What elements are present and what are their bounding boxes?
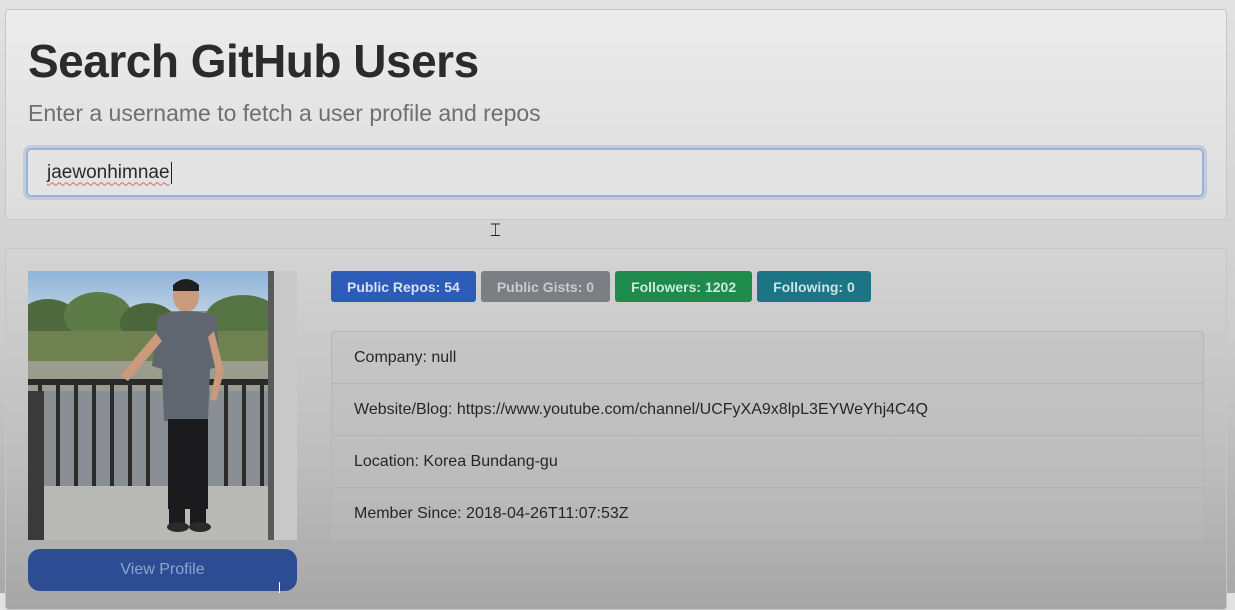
- detail-value: https://www.youtube.com/channel/UCFyXA9x…: [456, 400, 928, 418]
- text-caret: [170, 161, 172, 184]
- profile-card: View Profile Public Repos: 54 Public Gis…: [5, 248, 1227, 610]
- detail-label: Location:: [354, 452, 419, 470]
- profile-details-list: Company: null Website/Blog: https://www.…: [331, 331, 1204, 540]
- detail-label: Company:: [354, 348, 427, 366]
- detail-value: null: [431, 348, 457, 366]
- view-profile-button[interactable]: View Profile: [28, 549, 297, 591]
- list-item-member-since: Member Since: 2018-04-26T11:07:53Z: [332, 487, 1203, 539]
- text-cursor-mark: [279, 582, 280, 593]
- detail-value: 2018-04-26T11:07:53Z: [466, 504, 629, 522]
- public-repos-badge: Public Repos: 54: [331, 271, 476, 302]
- avatar: [28, 271, 297, 540]
- followers-badge: Followers: 1202: [615, 271, 753, 302]
- detail-label: Website/Blog:: [354, 400, 453, 418]
- page-subtitle: Enter a username to fetch a user profile…: [28, 100, 541, 126]
- page-title: Search GitHub Users: [28, 35, 479, 87]
- search-input-value: jaewonhimnae: [47, 161, 170, 183]
- list-item-company: Company: null: [332, 332, 1203, 383]
- detail-value: Korea Bundang-gu: [423, 452, 558, 470]
- public-gists-badge: Public Gists: 0: [480, 271, 611, 302]
- stats-badges: Public Repos: 54 Public Gists: 0 Followe…: [331, 271, 871, 302]
- following-badge: Following: 0: [757, 271, 871, 302]
- list-item-website: Website/Blog: https://www.youtube.com/ch…: [332, 383, 1203, 435]
- search-input[interactable]: jaewonhimnae: [26, 148, 1204, 197]
- user-photo-icon: [28, 271, 297, 540]
- list-item-location: Location: Korea Bundang-gu: [332, 435, 1203, 487]
- mouse-cursor-ibeam-icon: ⌶: [490, 220, 501, 241]
- detail-label: Member Since:: [354, 504, 462, 522]
- search-card: Search GitHub Users Enter a username to …: [5, 9, 1227, 220]
